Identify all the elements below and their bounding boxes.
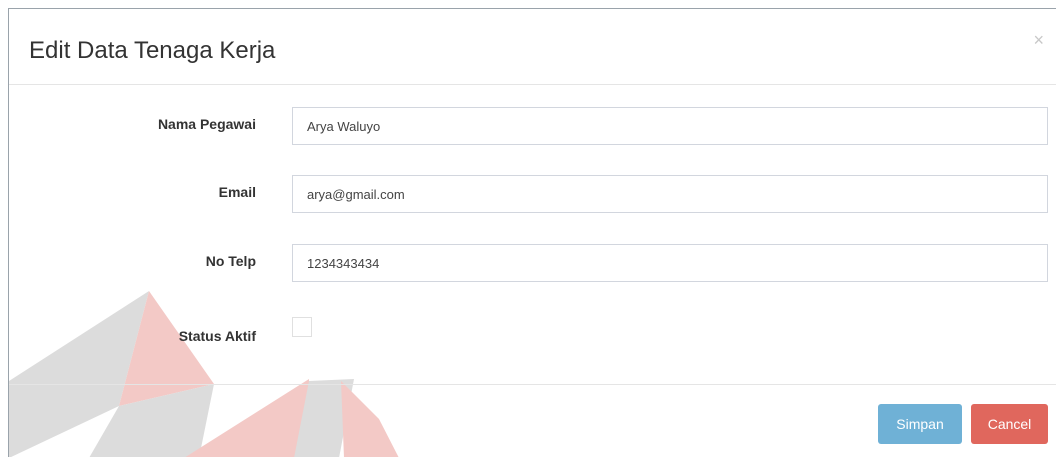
modal-title: Edit Data Tenaga Kerja bbox=[29, 37, 276, 64]
status-aktif-checkbox[interactable] bbox=[292, 317, 312, 337]
form-row-no-telp: No Telp bbox=[9, 244, 1056, 282]
cancel-button[interactable]: Cancel bbox=[971, 404, 1048, 444]
modal-header: Edit Data Tenaga Kerja × bbox=[9, 9, 1056, 85]
form-row-status-aktif: Status Aktif bbox=[9, 317, 1056, 355]
email-input[interactable] bbox=[292, 175, 1048, 213]
edit-employee-modal: Edit Data Tenaga Kerja × Nama Pegawai Em… bbox=[8, 8, 1056, 457]
save-button[interactable]: Simpan bbox=[878, 404, 962, 444]
no-telp-input[interactable] bbox=[292, 244, 1048, 282]
status-aktif-label: Status Aktif bbox=[178, 328, 256, 344]
form-row-nama-pegawai: Nama Pegawai bbox=[9, 107, 1056, 145]
email-label: Email bbox=[218, 184, 256, 200]
nama-pegawai-label: Nama Pegawai bbox=[157, 116, 256, 132]
nama-pegawai-input[interactable] bbox=[292, 107, 1048, 145]
modal-footer: Simpan Cancel bbox=[9, 384, 1056, 457]
no-telp-label: No Telp bbox=[205, 253, 256, 269]
form-row-email: Email bbox=[9, 175, 1056, 213]
close-icon[interactable]: × bbox=[1033, 31, 1044, 49]
